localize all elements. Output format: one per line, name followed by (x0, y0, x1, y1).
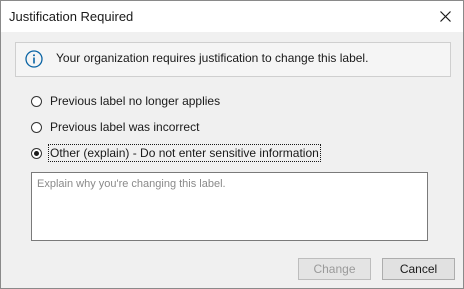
option-label: Previous label was incorrect (50, 120, 200, 134)
option-label: Previous label no longer applies (50, 94, 221, 108)
option-other-explain[interactable]: Other (explain) - Do not enter sensitive… (31, 144, 321, 162)
explanation-field[interactable] (31, 172, 428, 241)
info-icon (25, 50, 43, 68)
change-button[interactable]: Change (298, 258, 371, 280)
option-no-longer-applies[interactable]: Previous label no longer applies (31, 92, 220, 110)
radio-other-explain[interactable] (31, 147, 42, 159)
title-bar: Justification Required (1, 1, 463, 32)
justification-dialog: Justification Required Your organization… (0, 0, 464, 289)
radio-no-longer-applies[interactable] (31, 95, 42, 107)
info-bar: Your organization requires justification… (15, 42, 451, 77)
option-was-incorrect[interactable]: Previous label was incorrect (31, 118, 199, 136)
close-button[interactable] (431, 3, 459, 29)
dialog-title: Justification Required (9, 9, 134, 24)
info-message: Your organization requires justification… (56, 51, 369, 65)
option-label: Other (explain) - Do not enter sensitive… (48, 144, 321, 162)
close-icon (439, 10, 451, 22)
cancel-button[interactable]: Cancel (382, 258, 455, 280)
radio-was-incorrect[interactable] (31, 121, 42, 133)
